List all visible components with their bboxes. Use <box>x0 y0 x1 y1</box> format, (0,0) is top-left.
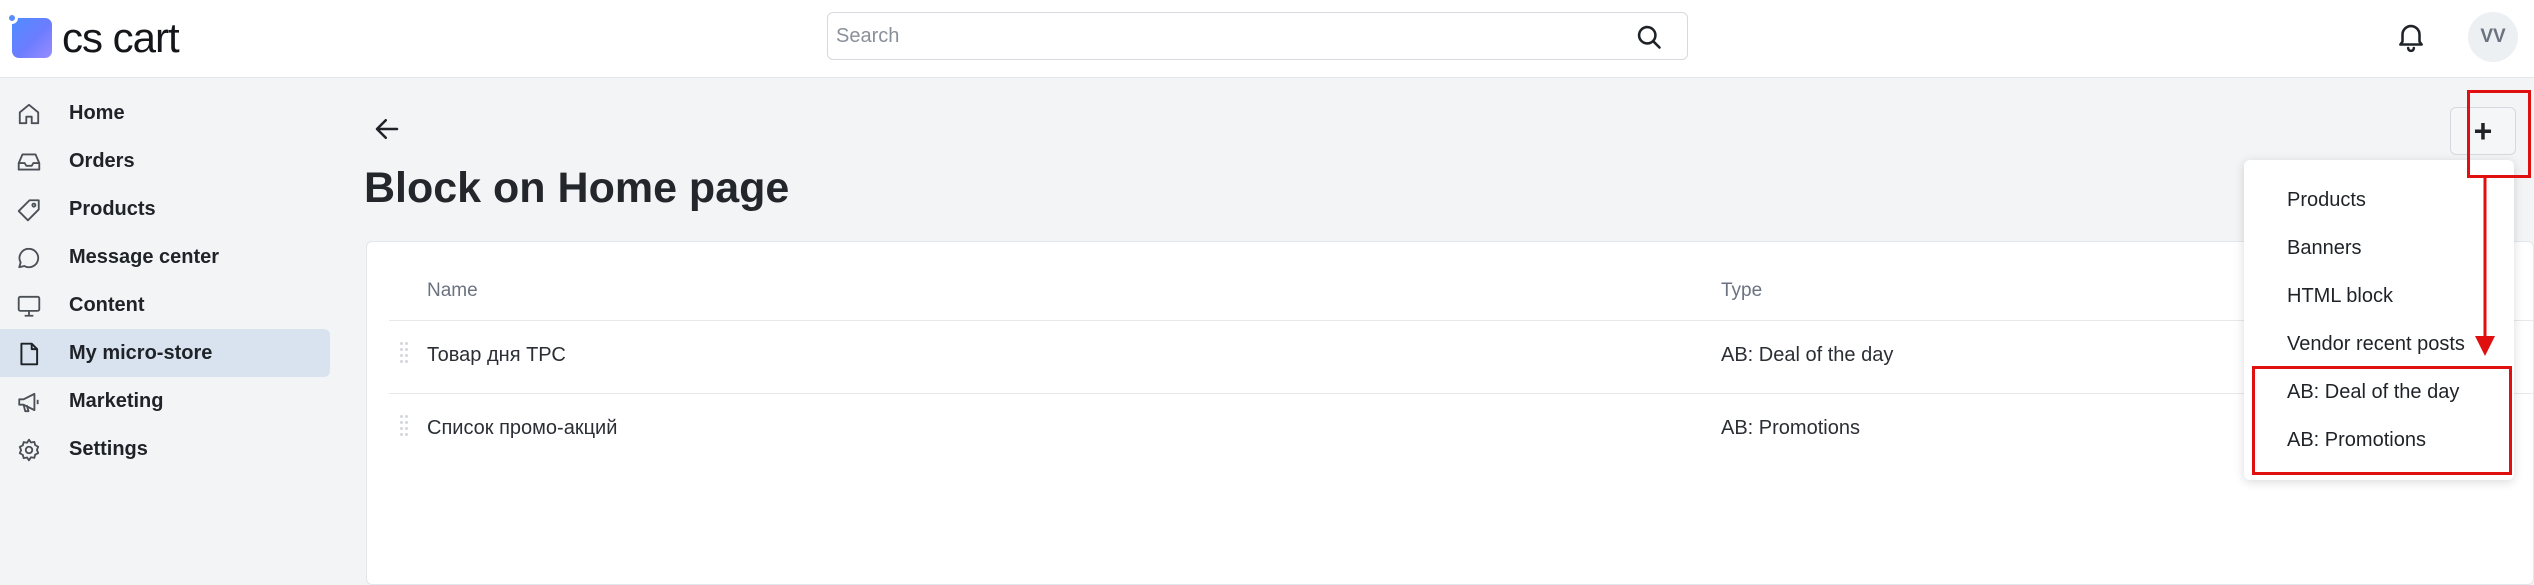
row-type: AB: Deal of the day <box>1721 344 1894 366</box>
avatar[interactable]: VV <box>2468 12 2518 62</box>
drag-handle-icon[interactable] <box>400 415 410 443</box>
sidebar-item-label: Marketing <box>69 389 164 412</box>
row-name[interactable]: Товар дня ТРС <box>427 344 566 367</box>
sidebar-item-message-center[interactable]: Message center <box>0 233 330 281</box>
sidebar-item-content[interactable]: Content <box>0 281 330 329</box>
monitor-icon <box>17 295 41 317</box>
annotation-arrow <box>2475 178 2495 356</box>
column-header-name: Name <box>427 280 478 301</box>
drag-handle-icon[interactable] <box>400 342 410 370</box>
search-icon[interactable] <box>1635 23 1663 51</box>
sidebar-item-my-micro-store[interactable]: My micro-store <box>0 329 330 377</box>
sidebar-item-orders[interactable]: Orders <box>0 137 330 185</box>
sidebar-item-label: Content <box>69 293 145 316</box>
logo-mark <box>6 12 52 58</box>
inbox-icon <box>17 153 41 171</box>
logo-text: cs cart <box>62 14 180 61</box>
sidebar-item-label: Settings <box>69 437 148 460</box>
back-arrow-icon[interactable] <box>372 114 402 144</box>
divider <box>389 320 2534 321</box>
sidebar-item-label: Message center <box>69 245 220 268</box>
sidebar-item-label: My micro-store <box>69 341 213 364</box>
menu-item-banners[interactable]: Banners <box>2287 237 2362 260</box>
search-input[interactable] <box>836 13 1616 59</box>
search-box[interactable] <box>827 12 1688 60</box>
tag-icon <box>17 199 40 222</box>
sidebar-item-products[interactable]: Products <box>0 185 330 233</box>
divider <box>389 393 2534 394</box>
chat-icon <box>18 247 40 269</box>
sidebar-item-home[interactable]: Home <box>0 89 330 137</box>
bell-icon[interactable] <box>2394 18 2428 54</box>
sidebar: Home Orders Products Message center Cont… <box>0 78 340 585</box>
highlight-box-add-button <box>2467 90 2531 178</box>
page-title: Block on Home page <box>364 164 790 212</box>
menu-item-products[interactable]: Products <box>2287 189 2366 212</box>
file-icon <box>20 342 39 366</box>
menu-item-vendor-recent-posts[interactable]: Vendor recent posts <box>2287 333 2465 356</box>
sidebar-item-label: Products <box>69 197 156 220</box>
top-header: cs cart VV <box>0 0 2534 78</box>
menu-item-html-block[interactable]: HTML block <box>2287 285 2393 308</box>
sidebar-item-label: Home <box>69 101 125 124</box>
megaphone-icon <box>18 392 39 413</box>
logo[interactable]: cs cart <box>6 12 180 62</box>
row-name[interactable]: Список промо-акций <box>427 417 617 440</box>
sidebar-item-label: Orders <box>69 149 135 172</box>
home-icon <box>18 103 40 125</box>
highlight-box-ab-items <box>2252 366 2512 475</box>
column-header-type: Type <box>1721 280 1763 301</box>
blocks-table: Name Type Товар дня ТРС AB: Deal of the … <box>366 241 2534 585</box>
sidebar-item-settings[interactable]: Settings <box>0 425 330 473</box>
sidebar-item-marketing[interactable]: Marketing <box>0 377 330 425</box>
row-type: AB: Promotions <box>1721 417 1860 439</box>
gear-icon <box>18 438 40 462</box>
